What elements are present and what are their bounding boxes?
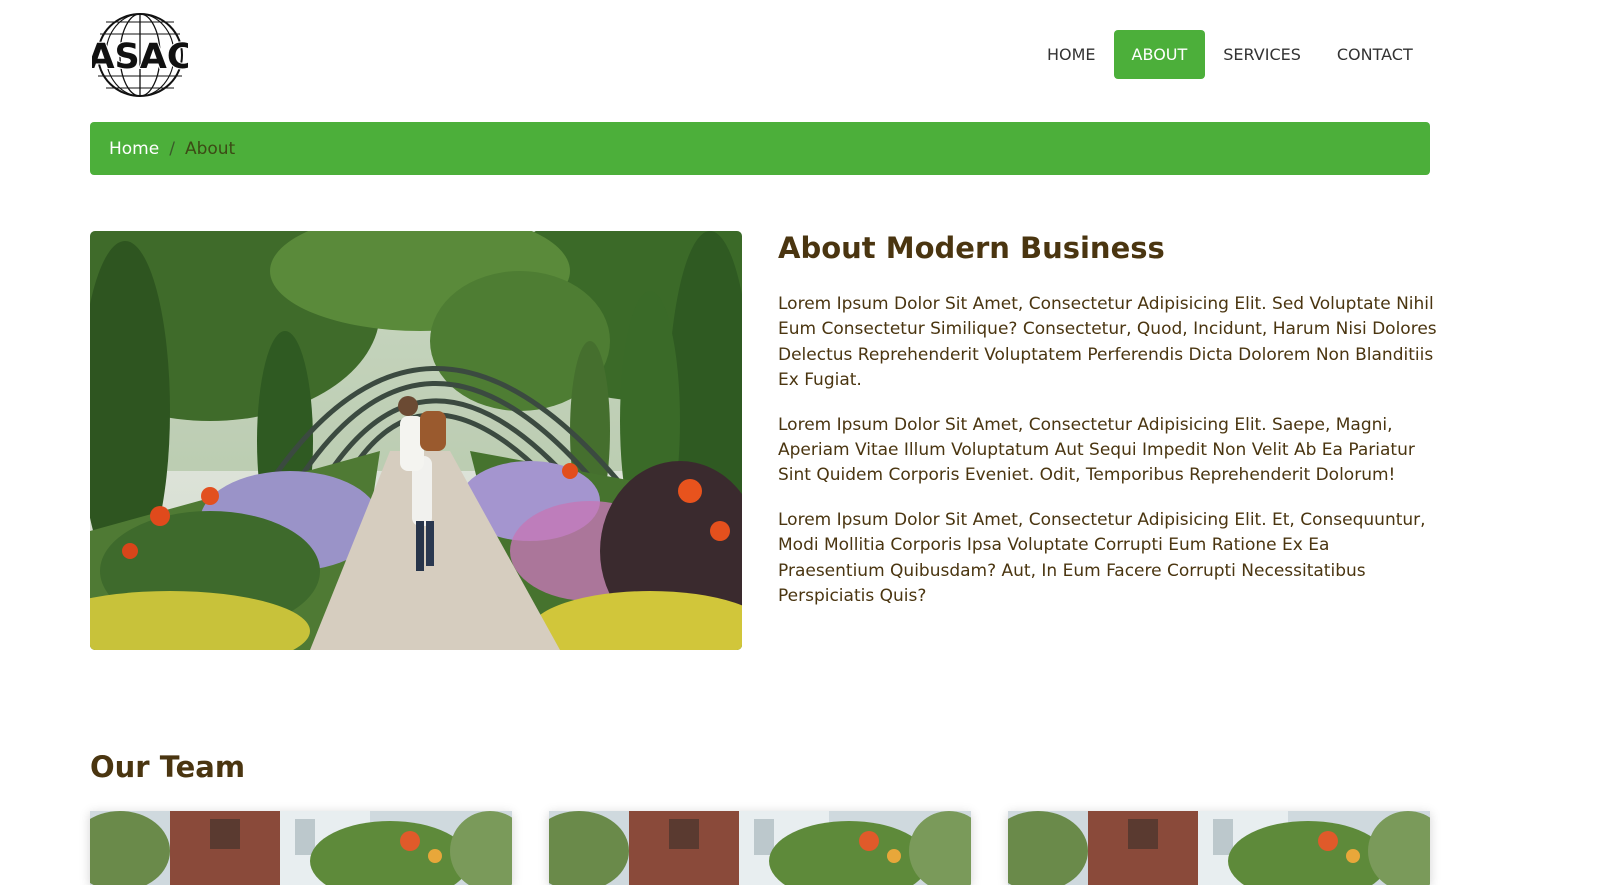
team-member-photo-image [1008, 811, 1430, 885]
team-card[interactable] [549, 811, 971, 885]
about-paragraph: Lorem Ipsum Dolor Sit Amet, Consectetur … [778, 414, 1415, 486]
about-section: About Modern Business Lorem Ipsum Dolor … [778, 230, 1438, 628]
team-member-photo-image [90, 811, 512, 885]
nav-contact[interactable]: CONTACT [1319, 30, 1431, 79]
main-nav: HOME ABOUT SERVICES CONTACT [1029, 30, 1431, 79]
about-image [90, 231, 742, 650]
about-paragraph: Lorem Ipsum Dolor Sit Amet, Consectetur … [778, 294, 1437, 391]
nav-services[interactable]: SERVICES [1205, 30, 1319, 79]
garden-photo-image [90, 231, 742, 650]
brand-logo[interactable]: ASAC [86, 12, 194, 98]
nav-home[interactable]: HOME [1029, 30, 1114, 79]
team-member-photo-image [549, 811, 971, 885]
team-card[interactable] [1008, 811, 1430, 885]
breadcrumb-separator: / [169, 138, 175, 159]
breadcrumb: Home / About [90, 122, 1430, 175]
breadcrumb-home-link[interactable]: Home [109, 139, 159, 159]
logo-text: ASAC [92, 37, 188, 77]
about-title: About Modern Business [778, 231, 1165, 265]
nav-about[interactable]: ABOUT [1113, 30, 1206, 79]
globe-logo-icon: ASAC [86, 13, 194, 97]
team-card[interactable] [90, 811, 512, 885]
breadcrumb-current: About [184, 138, 236, 159]
about-paragraph: Lorem Ipsum Dolor Sit Amet, Consectetur … [778, 509, 1426, 607]
team-title: Our Team [90, 750, 246, 784]
